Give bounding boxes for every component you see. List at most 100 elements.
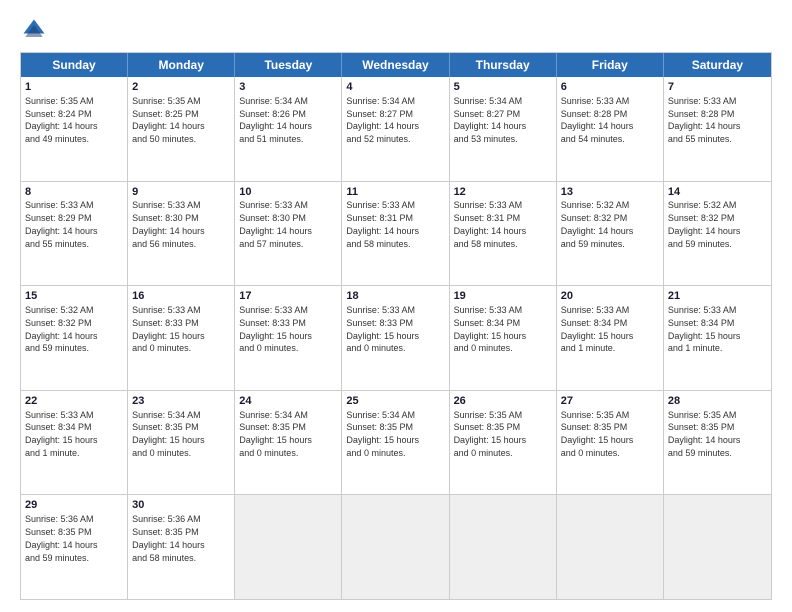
day-12: 12Sunrise: 5:33 AMSunset: 8:31 PMDayligh… <box>450 182 557 286</box>
day-num: 18 <box>346 289 444 304</box>
day-4: 4Sunrise: 5:34 AMSunset: 8:27 PMDaylight… <box>342 77 449 181</box>
week-row-1: 1Sunrise: 5:35 AMSunset: 8:24 PMDaylight… <box>21 77 771 181</box>
day-19: 19Sunrise: 5:33 AMSunset: 8:34 PMDayligh… <box>450 286 557 390</box>
cell-text: Sunrise: 5:33 AMSunset: 8:30 PMDaylight:… <box>239 200 312 248</box>
day-num: 22 <box>25 394 123 409</box>
day-num: 13 <box>561 185 659 200</box>
day-1: 1Sunrise: 5:35 AMSunset: 8:24 PMDaylight… <box>21 77 128 181</box>
header-tuesday: Tuesday <box>235 53 342 77</box>
day-num: 27 <box>561 394 659 409</box>
header <box>20 16 772 44</box>
day-num: 1 <box>25 80 123 95</box>
cell-text: Sunrise: 5:34 AMSunset: 8:26 PMDaylight:… <box>239 96 312 144</box>
day-22: 22Sunrise: 5:33 AMSunset: 8:34 PMDayligh… <box>21 391 128 495</box>
day-10: 10Sunrise: 5:33 AMSunset: 8:30 PMDayligh… <box>235 182 342 286</box>
day-20: 20Sunrise: 5:33 AMSunset: 8:34 PMDayligh… <box>557 286 664 390</box>
day-num: 17 <box>239 289 337 304</box>
week-row-3: 15Sunrise: 5:32 AMSunset: 8:32 PMDayligh… <box>21 285 771 390</box>
day-num: 7 <box>668 80 767 95</box>
day-num: 23 <box>132 394 230 409</box>
day-empty-w4c2 <box>235 495 342 599</box>
day-num: 21 <box>668 289 767 304</box>
header-saturday: Saturday <box>664 53 771 77</box>
cell-text: Sunrise: 5:32 AMSunset: 8:32 PMDaylight:… <box>668 200 741 248</box>
day-empty-w4c3 <box>342 495 449 599</box>
day-17: 17Sunrise: 5:33 AMSunset: 8:33 PMDayligh… <box>235 286 342 390</box>
cell-text: Sunrise: 5:33 AMSunset: 8:28 PMDaylight:… <box>668 96 741 144</box>
day-27: 27Sunrise: 5:35 AMSunset: 8:35 PMDayligh… <box>557 391 664 495</box>
cell-text: Sunrise: 5:35 AMSunset: 8:24 PMDaylight:… <box>25 96 98 144</box>
header-sunday: Sunday <box>21 53 128 77</box>
day-28: 28Sunrise: 5:35 AMSunset: 8:35 PMDayligh… <box>664 391 771 495</box>
cell-text: Sunrise: 5:32 AMSunset: 8:32 PMDaylight:… <box>25 305 98 353</box>
day-num: 14 <box>668 185 767 200</box>
cell-text: Sunrise: 5:33 AMSunset: 8:33 PMDaylight:… <box>239 305 312 353</box>
cell-text: Sunrise: 5:34 AMSunset: 8:35 PMDaylight:… <box>132 410 205 458</box>
day-num: 26 <box>454 394 552 409</box>
day-num: 5 <box>454 80 552 95</box>
day-num: 25 <box>346 394 444 409</box>
cell-text: Sunrise: 5:35 AMSunset: 8:35 PMDaylight:… <box>668 410 741 458</box>
cell-text: Sunrise: 5:35 AMSunset: 8:35 PMDaylight:… <box>454 410 527 458</box>
logo <box>20 16 52 44</box>
cell-text: Sunrise: 5:33 AMSunset: 8:29 PMDaylight:… <box>25 200 98 248</box>
day-num: 2 <box>132 80 230 95</box>
page: Sunday Monday Tuesday Wednesday Thursday… <box>0 0 792 612</box>
day-num: 30 <box>132 498 230 513</box>
week-row-4: 22Sunrise: 5:33 AMSunset: 8:34 PMDayligh… <box>21 390 771 495</box>
day-num: 12 <box>454 185 552 200</box>
day-8: 8Sunrise: 5:33 AMSunset: 8:29 PMDaylight… <box>21 182 128 286</box>
cell-text: Sunrise: 5:33 AMSunset: 8:34 PMDaylight:… <box>454 305 527 353</box>
logo-icon <box>20 16 48 44</box>
day-30: 30Sunrise: 5:36 AMSunset: 8:35 PMDayligh… <box>128 495 235 599</box>
day-6: 6Sunrise: 5:33 AMSunset: 8:28 PMDaylight… <box>557 77 664 181</box>
cell-text: Sunrise: 5:35 AMSunset: 8:25 PMDaylight:… <box>132 96 205 144</box>
cell-text: Sunrise: 5:33 AMSunset: 8:33 PMDaylight:… <box>346 305 419 353</box>
day-5: 5Sunrise: 5:34 AMSunset: 8:27 PMDaylight… <box>450 77 557 181</box>
header-friday: Friday <box>557 53 664 77</box>
day-empty-w4c5 <box>557 495 664 599</box>
cell-text: Sunrise: 5:33 AMSunset: 8:31 PMDaylight:… <box>454 200 527 248</box>
cell-text: Sunrise: 5:34 AMSunset: 8:35 PMDaylight:… <box>239 410 312 458</box>
header-wednesday: Wednesday <box>342 53 449 77</box>
day-7: 7Sunrise: 5:33 AMSunset: 8:28 PMDaylight… <box>664 77 771 181</box>
day-14: 14Sunrise: 5:32 AMSunset: 8:32 PMDayligh… <box>664 182 771 286</box>
day-3: 3Sunrise: 5:34 AMSunset: 8:26 PMDaylight… <box>235 77 342 181</box>
day-empty-w4c6 <box>664 495 771 599</box>
cell-text: Sunrise: 5:35 AMSunset: 8:35 PMDaylight:… <box>561 410 634 458</box>
cell-text: Sunrise: 5:32 AMSunset: 8:32 PMDaylight:… <box>561 200 634 248</box>
day-num: 24 <box>239 394 337 409</box>
day-15: 15Sunrise: 5:32 AMSunset: 8:32 PMDayligh… <box>21 286 128 390</box>
day-11: 11Sunrise: 5:33 AMSunset: 8:31 PMDayligh… <box>342 182 449 286</box>
day-num: 11 <box>346 185 444 200</box>
cell-text: Sunrise: 5:33 AMSunset: 8:30 PMDaylight:… <box>132 200 205 248</box>
day-num: 3 <box>239 80 337 95</box>
day-num: 9 <box>132 185 230 200</box>
day-num: 20 <box>561 289 659 304</box>
day-num: 28 <box>668 394 767 409</box>
day-29: 29Sunrise: 5:36 AMSunset: 8:35 PMDayligh… <box>21 495 128 599</box>
calendar: Sunday Monday Tuesday Wednesday Thursday… <box>20 52 772 600</box>
cell-text: Sunrise: 5:33 AMSunset: 8:34 PMDaylight:… <box>668 305 741 353</box>
day-26: 26Sunrise: 5:35 AMSunset: 8:35 PMDayligh… <box>450 391 557 495</box>
day-num: 15 <box>25 289 123 304</box>
day-24: 24Sunrise: 5:34 AMSunset: 8:35 PMDayligh… <box>235 391 342 495</box>
day-18: 18Sunrise: 5:33 AMSunset: 8:33 PMDayligh… <box>342 286 449 390</box>
cell-text: Sunrise: 5:34 AMSunset: 8:35 PMDaylight:… <box>346 410 419 458</box>
week-row-2: 8Sunrise: 5:33 AMSunset: 8:29 PMDaylight… <box>21 181 771 286</box>
cell-text: Sunrise: 5:34 AMSunset: 8:27 PMDaylight:… <box>346 96 419 144</box>
day-num: 19 <box>454 289 552 304</box>
calendar-body: 1Sunrise: 5:35 AMSunset: 8:24 PMDaylight… <box>21 77 771 599</box>
day-21: 21Sunrise: 5:33 AMSunset: 8:34 PMDayligh… <box>664 286 771 390</box>
day-num: 16 <box>132 289 230 304</box>
day-num: 8 <box>25 185 123 200</box>
day-2: 2Sunrise: 5:35 AMSunset: 8:25 PMDaylight… <box>128 77 235 181</box>
day-num: 4 <box>346 80 444 95</box>
day-num: 6 <box>561 80 659 95</box>
cell-text: Sunrise: 5:34 AMSunset: 8:27 PMDaylight:… <box>454 96 527 144</box>
day-empty-w4c4 <box>450 495 557 599</box>
cell-text: Sunrise: 5:36 AMSunset: 8:35 PMDaylight:… <box>25 514 98 562</box>
cell-text: Sunrise: 5:33 AMSunset: 8:31 PMDaylight:… <box>346 200 419 248</box>
cell-text: Sunrise: 5:36 AMSunset: 8:35 PMDaylight:… <box>132 514 205 562</box>
cell-text: Sunrise: 5:33 AMSunset: 8:33 PMDaylight:… <box>132 305 205 353</box>
